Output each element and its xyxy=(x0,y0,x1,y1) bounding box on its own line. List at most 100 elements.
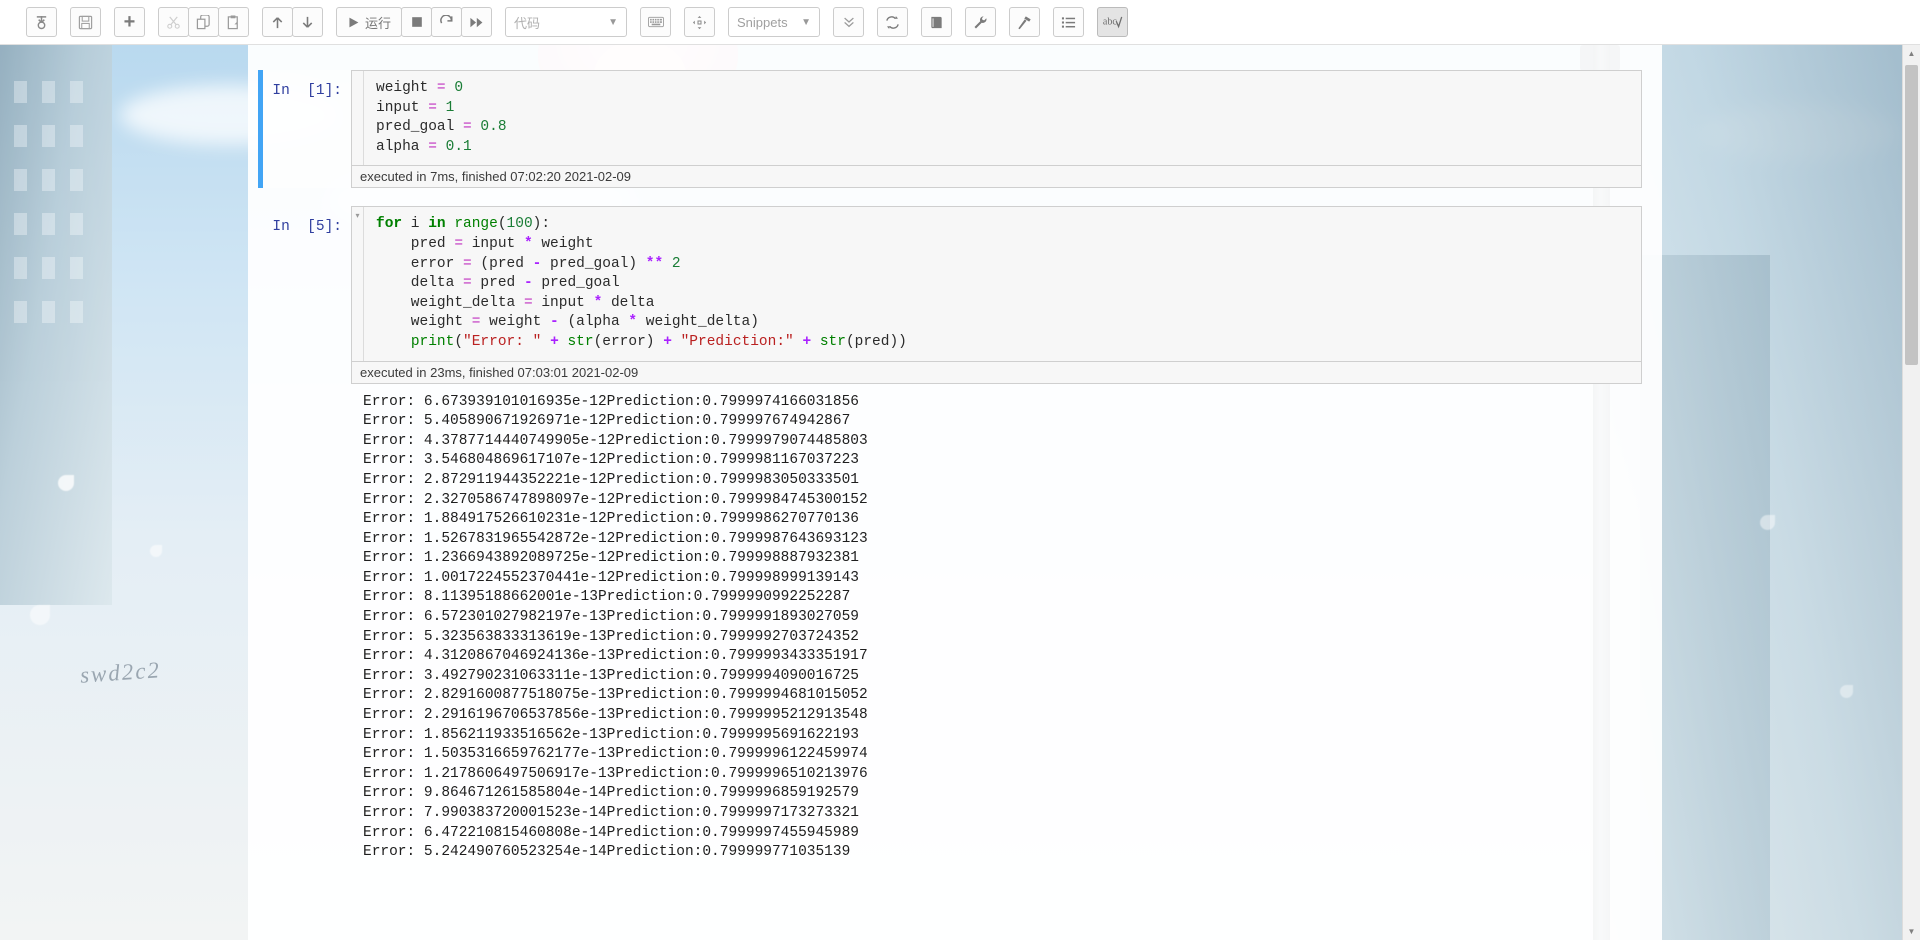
run-cell-label: 运行 xyxy=(365,15,392,31)
code-line: weight = weight - (alpha * weight_delta) xyxy=(376,313,1631,333)
toolbar-group-run: 运行 xyxy=(336,7,493,37)
code-token: = xyxy=(463,275,472,292)
save-button[interactable] xyxy=(70,7,101,37)
snippets-menu-label: Snippets xyxy=(737,14,788,30)
toolbar-group-save xyxy=(70,7,101,37)
code-token: = xyxy=(463,255,472,272)
code-token: ** xyxy=(645,255,664,272)
code-token: str xyxy=(819,333,846,350)
code-token: (error) xyxy=(593,333,664,350)
save-checkpoint-button[interactable] xyxy=(26,7,57,37)
code-token: for xyxy=(376,216,403,233)
code-token: pred xyxy=(471,275,524,292)
code-token: input xyxy=(463,235,524,252)
table-of-contents-button[interactable] xyxy=(921,7,953,37)
cut-cell-button[interactable] xyxy=(158,7,189,37)
code-editor[interactable]: weight = 0 input = 1 pred_goal = 0.8 alpha … xyxy=(364,71,1641,165)
output-line: Error: 1.0017224552370441e-12Prediction:… xyxy=(363,569,859,586)
toc-sidebar-button[interactable] xyxy=(1053,7,1085,37)
cell-input-area[interactable]: ▾ for i in range(100): pred = input * wei… xyxy=(351,206,1642,362)
notebook-toolbar: + 运行 代码 ▼ Snippets ▼ abc xyxy=(0,0,1920,45)
move-cell-up-button[interactable] xyxy=(262,7,293,37)
building-left xyxy=(0,45,112,605)
snippets-menu[interactable]: Snippets ▼ xyxy=(728,7,821,37)
output-line: Error: 1.5035316659762177e-13Prediction:… xyxy=(363,746,868,763)
nbextensions-config-button[interactable] xyxy=(1009,7,1041,37)
interrupt-kernel-button[interactable] xyxy=(401,7,433,37)
code-line: pred_goal = 0.8 xyxy=(376,118,1631,138)
petal-shape xyxy=(30,605,50,625)
petal-shape xyxy=(150,545,162,557)
code-line: for i in range(100): xyxy=(376,215,1631,235)
output-line: Error: 2.3270586747898097e-12Prediction:… xyxy=(363,491,868,508)
output-line: Error: 6.572301027982197e-13Prediction:0… xyxy=(363,609,859,626)
output-line: Error: 3.546804869617107e-12Prediction:0… xyxy=(363,452,859,469)
output-line: Error: 3.492790231063311e-13Prediction:0… xyxy=(363,667,859,684)
scroll-down-arrow-icon[interactable]: ▼ xyxy=(1903,923,1920,940)
copy-cell-button[interactable] xyxy=(188,7,219,37)
output-line: Error: 9.864671261585804e-14Prediction:0… xyxy=(363,785,859,802)
code-line: alpha = 0.1 xyxy=(376,138,1631,158)
collapse-all-button[interactable] xyxy=(833,7,865,37)
move-cell-down-button[interactable] xyxy=(292,7,323,37)
code-token: 1 xyxy=(445,99,455,116)
cell-input-area[interactable]: weight = 0 input = 1 pred_goal = 0.8 alpha … xyxy=(351,70,1642,167)
code-line: error = (pred - pred_goal) ** 2 xyxy=(376,255,1631,275)
output-line: Error: 6.673939101016935e-12Prediction:0… xyxy=(363,393,859,410)
notebook-cell-container: In [1]: weight = 0 input = 1 pred_goal = 0.… xyxy=(248,45,1662,881)
reload-extensions-button[interactable] xyxy=(877,7,909,37)
cell-collapser-icon[interactable]: ▾ xyxy=(352,207,364,361)
code-token: + xyxy=(663,333,672,350)
code-token: (pred)) xyxy=(845,333,907,350)
code-token: alpha xyxy=(376,138,429,155)
paste-cell-button[interactable] xyxy=(218,7,249,37)
cell-collapser-icon[interactable] xyxy=(352,71,364,166)
code-token: weight xyxy=(376,80,437,96)
insert-cell-below-button[interactable]: + xyxy=(114,7,145,37)
code-token: 0 xyxy=(454,80,464,96)
toolbar-group-checkpoint xyxy=(26,7,57,37)
spellcheck-button[interactable]: abc xyxy=(1097,7,1129,37)
code-token: ( xyxy=(497,216,507,233)
restart-kernel-button[interactable] xyxy=(431,7,463,37)
command-palette-button[interactable] xyxy=(684,7,716,37)
code-token: - xyxy=(523,275,533,292)
restart-and-run-all-button[interactable] xyxy=(461,7,493,37)
toolbar-group-list xyxy=(1053,7,1085,37)
notebook-panel[interactable]: In [1]: weight = 0 input = 1 pred_goal = 0.… xyxy=(248,45,1662,940)
output-line: Error: 4.3787714440749905e-12Prediction:… xyxy=(363,432,868,449)
output-line: Error: 4.3120867046924136e-13Prediction:… xyxy=(363,648,868,665)
code-token: + xyxy=(550,333,559,350)
notebook-cell[interactable]: In [1]: weight = 0 input = 1 pred_goal = 0.… xyxy=(258,70,1642,189)
scrollbar-thumb[interactable] xyxy=(1905,65,1918,365)
code-token: weight_delta xyxy=(376,294,524,311)
code-token: error xyxy=(376,255,464,272)
variable-inspector-button[interactable] xyxy=(965,7,997,37)
code-token: pred_goal xyxy=(376,119,464,136)
code-editor[interactable]: for i in range(100): pred = input * weig… xyxy=(364,207,1641,360)
code-token: = xyxy=(523,294,533,311)
output-line: Error: 6.472210815460808e-14Prediction:0… xyxy=(363,824,859,841)
scroll-up-arrow-icon[interactable]: ▲ xyxy=(1903,45,1920,62)
cell-type-value: 代码 xyxy=(514,15,541,31)
output-line: Error: 2.872911944352221e-12Prediction:0… xyxy=(363,471,859,488)
code-token: input xyxy=(376,99,429,116)
code-token: weight xyxy=(376,314,472,331)
code-token: 0.1 xyxy=(445,138,472,155)
page-scrollbar[interactable]: ▲ ▼ xyxy=(1902,45,1920,940)
output-line: Error: 1.2178606497506917e-13Prediction:… xyxy=(363,765,868,782)
output-line: Error: 1.856211933516562e-13Prediction:0… xyxy=(363,726,859,743)
run-cell-button[interactable]: 运行 xyxy=(336,7,403,37)
notebook-cell[interactable]: In [5]: ▾ for i in range(100): pred = inpu… xyxy=(258,206,1642,862)
code-token: ( xyxy=(454,333,464,350)
toolbar-group-edit xyxy=(158,7,249,37)
cell-body: weight = 0 input = 1 pred_goal = 0.8 alpha … xyxy=(351,70,1642,189)
cell-type-select[interactable]: 代码 ▼ xyxy=(505,7,628,37)
keyboard-shortcuts-button[interactable] xyxy=(640,7,672,37)
code-line: pred = input * weight xyxy=(376,235,1631,255)
petal-shape xyxy=(1760,515,1775,530)
code-token: (pred xyxy=(471,255,533,272)
code-token: input xyxy=(532,294,594,311)
